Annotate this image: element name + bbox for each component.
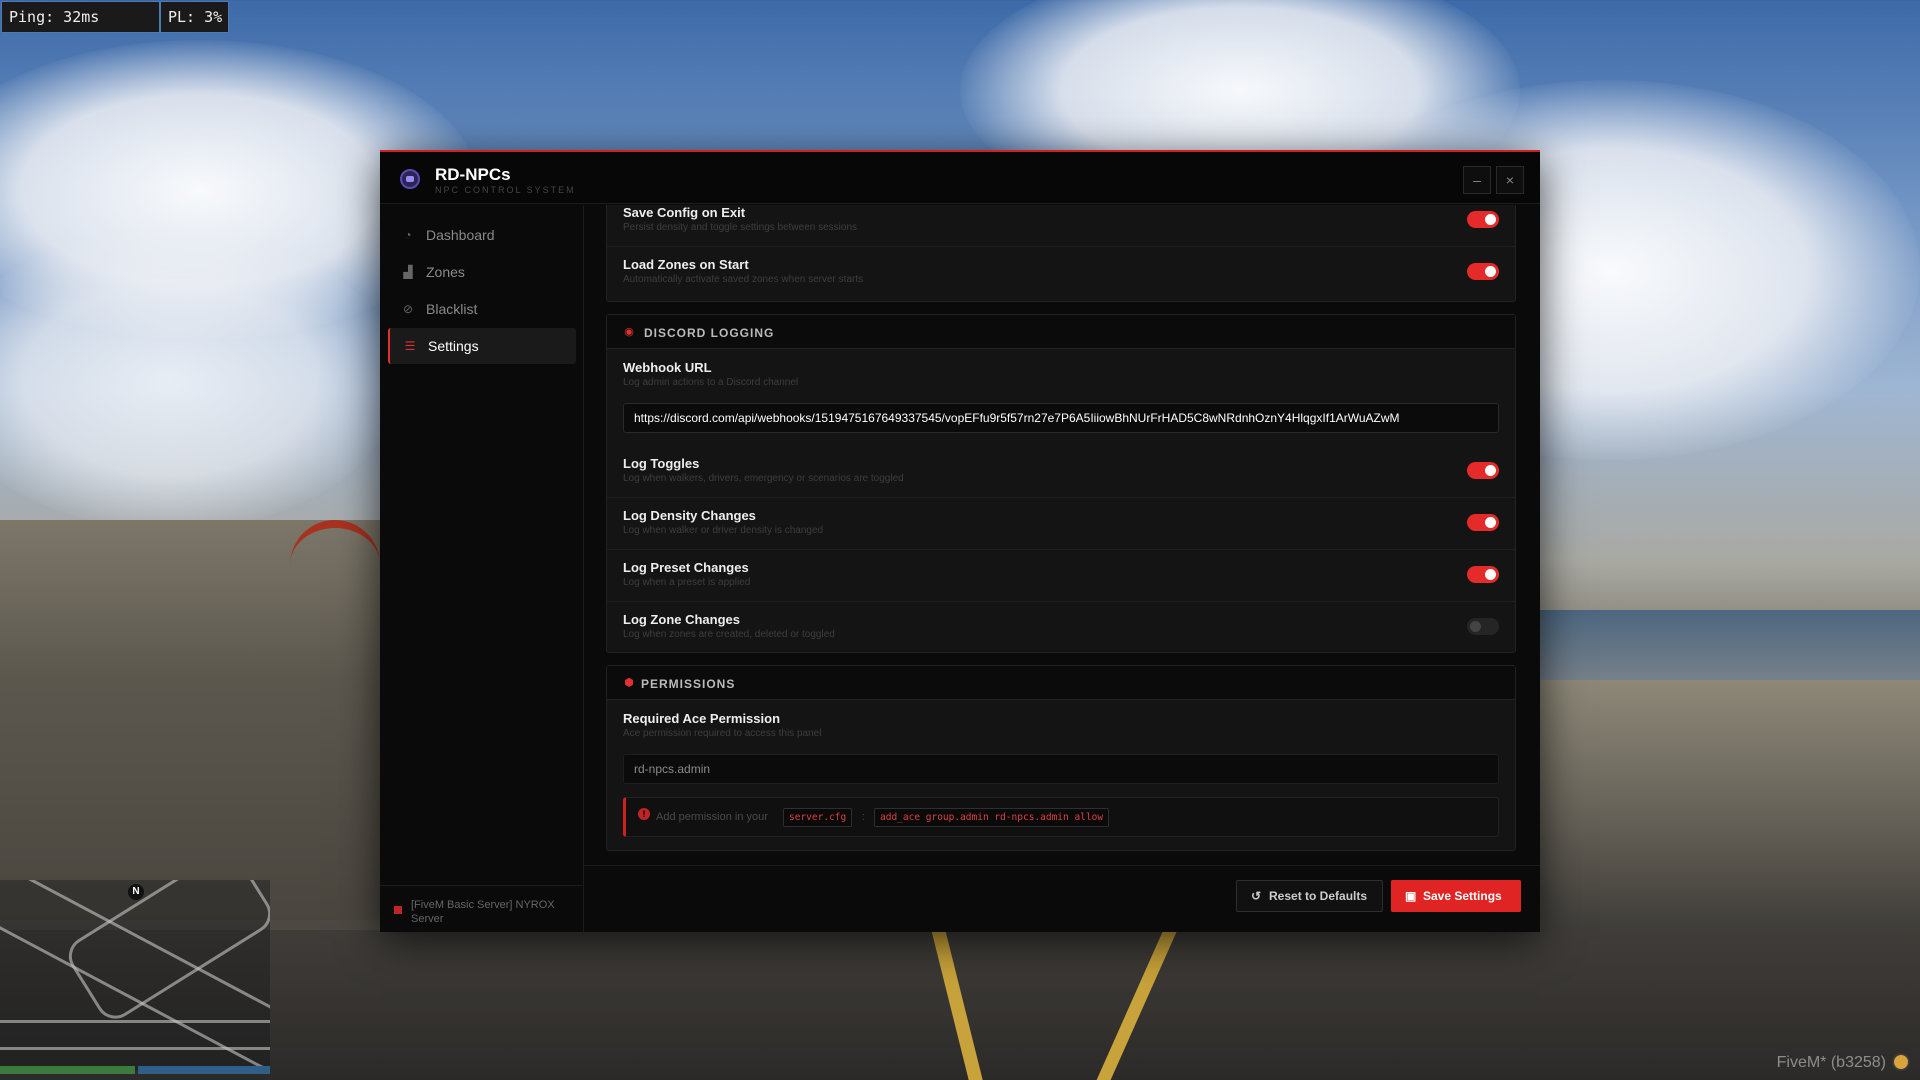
notice-text: Add permission in your bbox=[656, 811, 768, 823]
settings-content[interactable]: Save Config on Exit Persist density and … bbox=[584, 205, 1540, 865]
armor-bar bbox=[138, 1066, 270, 1074]
sidebar-item-zones[interactable]: ▟ Zones bbox=[388, 254, 576, 290]
rd-npcs-window: RD-NPCs NPC CONTROL SYSTEM – × ◔ Dashboa… bbox=[380, 150, 1540, 932]
webhook-description: Log admin actions to a Discord channel bbox=[623, 377, 799, 388]
sidebar-item-label: Zones bbox=[426, 264, 465, 280]
setting-row-log-density: Log Density Changes Log when walker or d… bbox=[607, 498, 1515, 550]
server-icon bbox=[394, 906, 402, 914]
fivem-logo-icon bbox=[1892, 1053, 1910, 1071]
minimap bbox=[0, 880, 270, 1070]
setting-row-log-toggles: Log Toggles Log when walkers, drivers, e… bbox=[607, 446, 1515, 498]
save-config-toggle[interactable] bbox=[1467, 211, 1499, 228]
setting-description: Log when walkers, drivers, emergency or … bbox=[623, 473, 904, 484]
permissions-card: ⬢ PERMISSIONS Required Ace Permission Ac… bbox=[606, 665, 1516, 851]
settings-sliders-icon: ☰ bbox=[404, 339, 416, 353]
ping-indicator: Ping: 32ms bbox=[1, 1, 160, 33]
setting-row-save-config: Save Config on Exit Persist density and … bbox=[607, 205, 1515, 247]
info-icon: ! bbox=[638, 808, 650, 820]
setting-row-log-preset: Log Preset Changes Log when a preset is … bbox=[607, 550, 1515, 602]
server-cfg-code: server.cfg bbox=[783, 808, 853, 827]
webhook-title: Webhook URL bbox=[623, 360, 712, 375]
fivem-watermark: FiveM* (b3258) bbox=[1776, 1054, 1886, 1071]
card-header: ⬢ PERMISSIONS bbox=[607, 666, 1515, 700]
server-name: [FiveM Basic Server] NYROX Server bbox=[411, 899, 555, 925]
discord-logging-card: ◉ DISCORD LOGGING Webhook URL Log admin … bbox=[606, 314, 1516, 653]
save-settings-button[interactable]: ▣ Save Settings bbox=[1391, 880, 1521, 912]
app-subtitle: NPC CONTROL SYSTEM bbox=[435, 185, 576, 195]
settings-footer: ↺ Reset to Defaults ▣ Save Settings bbox=[584, 865, 1540, 932]
webhook-url-input[interactable]: https://discord.com/api/webhooks/1519475… bbox=[623, 403, 1499, 433]
ace-permission-description: Ace permission required to access this p… bbox=[623, 728, 822, 739]
sidebar-item-settings[interactable]: ☰ Settings bbox=[388, 328, 576, 364]
shield-icon: ⬢ bbox=[624, 677, 634, 689]
discord-icon: ◉ bbox=[624, 326, 634, 338]
minimize-button[interactable]: – bbox=[1463, 166, 1491, 194]
blacklist-icon: ⊘ bbox=[402, 302, 414, 316]
server-info: [FiveM Basic Server] NYROX Server bbox=[380, 885, 584, 932]
setting-title: Log Toggles bbox=[623, 456, 700, 471]
log-zones-toggle[interactable] bbox=[1467, 618, 1499, 635]
zones-icon: ▟ bbox=[403, 265, 413, 279]
close-button[interactable]: × bbox=[1496, 166, 1524, 194]
log-preset-toggle[interactable] bbox=[1467, 566, 1499, 583]
minimap-north-icon: N bbox=[128, 884, 144, 900]
reset-defaults-button[interactable]: ↺ Reset to Defaults bbox=[1236, 880, 1383, 912]
sidebar-item-label: Blacklist bbox=[426, 301, 478, 317]
general-settings-card: Save Config on Exit Persist density and … bbox=[606, 205, 1516, 302]
setting-title: Save Config on Exit bbox=[623, 205, 746, 220]
setting-title: Log Preset Changes bbox=[623, 560, 749, 575]
bridge-structure bbox=[290, 520, 380, 610]
sidebar-item-label: Settings bbox=[428, 338, 479, 354]
setting-description: Log when a preset is applied bbox=[623, 577, 751, 588]
card-title: DISCORD LOGGING bbox=[644, 326, 775, 340]
ace-permission-input[interactable]: rd-npcs.admin bbox=[623, 754, 1499, 784]
sidebar: ◔ Dashboard ▟ Zones ⊘ Blacklist ☰ Settin… bbox=[380, 205, 584, 932]
reset-icon: ↺ bbox=[1251, 889, 1262, 903]
sidebar-item-blacklist[interactable]: ⊘ Blacklist bbox=[388, 291, 576, 327]
card-header: ◉ DISCORD LOGGING bbox=[607, 315, 1515, 349]
sidebar-item-label: Dashboard bbox=[426, 227, 495, 243]
card-title: PERMISSIONS bbox=[641, 677, 736, 691]
setting-title: Load Zones on Start bbox=[623, 257, 749, 272]
dashboard-icon: ◔ bbox=[404, 228, 412, 242]
setting-row-load-zones: Load Zones on Start Automatically activa… bbox=[607, 247, 1515, 299]
save-icon: ▣ bbox=[1405, 889, 1417, 903]
log-toggles-toggle[interactable] bbox=[1467, 462, 1499, 479]
button-label: Reset to Defaults bbox=[1269, 889, 1368, 903]
setting-description: Persist density and toggle settings betw… bbox=[623, 222, 858, 233]
sea bbox=[1540, 610, 1920, 680]
permission-notice: ! Add permission in your server.cfg : ad… bbox=[623, 797, 1499, 837]
packet-loss-indicator: PL: 3% bbox=[160, 1, 229, 33]
log-density-toggle[interactable] bbox=[1467, 514, 1499, 531]
setting-description: Automatically activate saved zones when … bbox=[623, 274, 864, 285]
terrain-right bbox=[1540, 680, 1920, 930]
sidebar-item-dashboard[interactable]: ◔ Dashboard bbox=[388, 217, 576, 253]
setting-title: Log Zone Changes bbox=[623, 612, 740, 627]
load-zones-toggle[interactable] bbox=[1467, 263, 1499, 280]
setting-title: Log Density Changes bbox=[623, 508, 756, 523]
notice-separator: : bbox=[862, 811, 866, 823]
setting-row-log-zones: Log Zone Changes Log when zones are crea… bbox=[607, 602, 1515, 654]
app-title: RD-NPCs bbox=[435, 165, 511, 184]
title-bar: RD-NPCs NPC CONTROL SYSTEM – × bbox=[380, 152, 1540, 204]
button-label: Save Settings bbox=[1423, 889, 1502, 903]
setting-description: Log when walker or driver density is cha… bbox=[623, 525, 824, 536]
health-bar bbox=[0, 1066, 135, 1074]
ace-permission-title: Required Ace Permission bbox=[623, 711, 781, 726]
ace-command-code: add_ace group.admin rd-npcs.admin allow bbox=[874, 808, 1110, 827]
setting-description: Log when zones are created, deleted or t… bbox=[623, 629, 835, 640]
app-logo-icon bbox=[400, 169, 420, 189]
